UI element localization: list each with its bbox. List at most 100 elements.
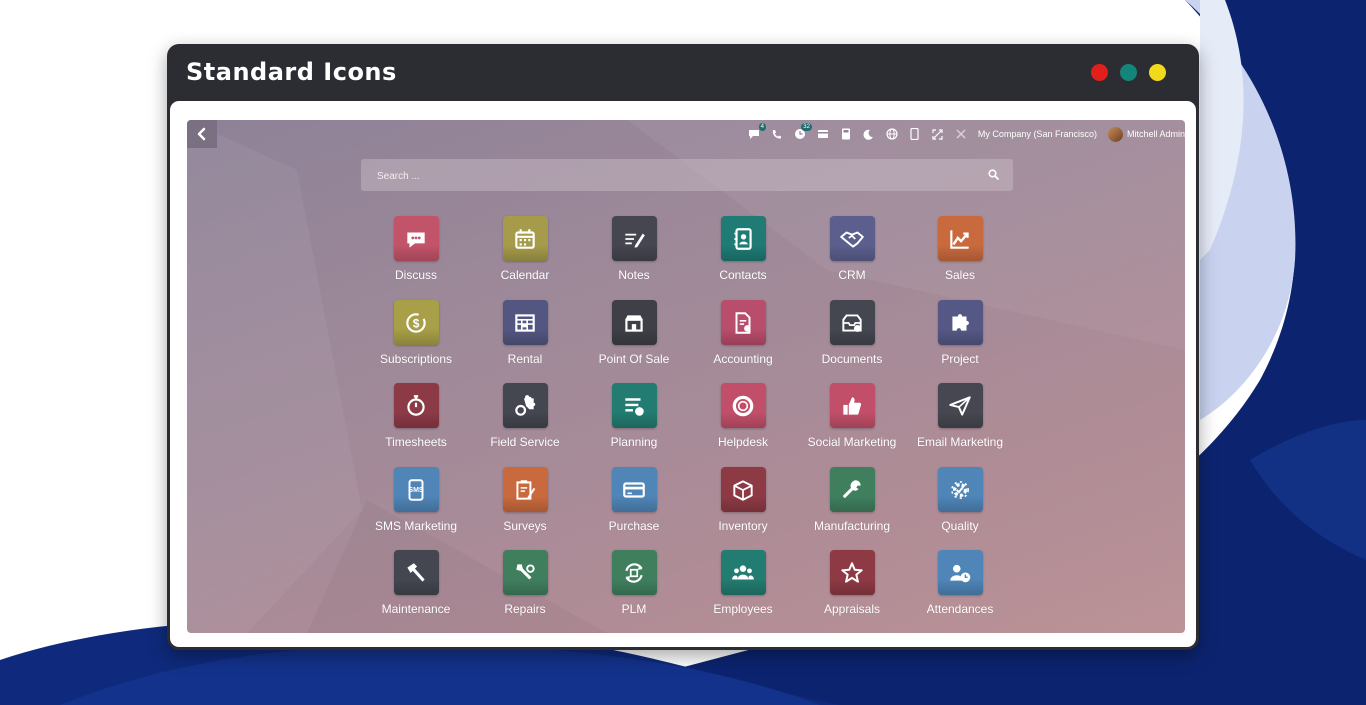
person-clock-icon	[937, 550, 983, 595]
app-sales[interactable]: Sales	[905, 216, 1015, 282]
dark-mode-button[interactable]	[863, 128, 875, 140]
app-surveys[interactable]: Surveys	[470, 467, 580, 533]
app-label: Maintenance	[381, 602, 451, 616]
top-bar: 4 32 My Company (San Francisco) Mitchell…	[748, 123, 1185, 144]
mobile-button[interactable]	[909, 128, 921, 140]
app-label: Rental	[507, 352, 543, 366]
app-rental[interactable]: Rental	[470, 300, 580, 366]
app-label: Calendar	[500, 268, 550, 282]
repairs-tools-icon	[502, 550, 548, 595]
address-book-icon	[720, 216, 766, 261]
lifebuoy-icon	[720, 383, 766, 428]
planning-list-icon	[611, 383, 657, 428]
app-helpdesk[interactable]: Helpdesk	[688, 383, 798, 449]
handshake-icon	[829, 216, 875, 261]
app-crm[interactable]: CRM	[797, 216, 907, 282]
svg-text:SMS: SMS	[408, 487, 424, 494]
app-inventory[interactable]: Inventory	[688, 467, 798, 533]
app-social-marketing[interactable]: Social Marketing	[797, 383, 907, 449]
app-label: Purchase	[608, 519, 660, 533]
app-sms-marketing[interactable]: SMS SMS Marketing	[361, 467, 471, 533]
star-badge-icon	[829, 550, 875, 595]
company-switcher[interactable]: My Company (San Francisco)	[978, 129, 1097, 139]
app-maintenance[interactable]: Maintenance	[361, 550, 471, 616]
app-label: Inventory	[718, 519, 768, 533]
phone-icon	[773, 129, 782, 139]
app-label: Repairs	[504, 602, 546, 616]
app-attendances[interactable]: Attendances	[905, 550, 1015, 616]
app-timesheets[interactable]: Timesheets	[361, 383, 471, 449]
app-label: Surveys	[503, 519, 547, 533]
app-label: Accounting	[713, 352, 773, 366]
app-label: Appraisals	[823, 602, 881, 616]
search-input[interactable]	[375, 166, 939, 186]
red-dot-icon[interactable]	[1091, 64, 1108, 81]
activity-button[interactable]: 32	[794, 123, 812, 140]
app-contacts[interactable]: Contacts	[688, 216, 798, 282]
calculator-button[interactable]	[840, 128, 852, 140]
app-project[interactable]: Project	[905, 300, 1015, 366]
back-button[interactable]	[187, 120, 217, 148]
moon-icon	[863, 129, 874, 140]
bank-button[interactable]	[817, 128, 829, 140]
calendar-icon	[502, 216, 548, 261]
app-accounting[interactable]: Accounting	[688, 300, 798, 366]
chat-icon	[748, 129, 759, 139]
app-label: Sales	[944, 268, 976, 282]
app-documents[interactable]: Documents	[797, 300, 907, 366]
app-subscriptions[interactable]: $ Subscriptions	[361, 300, 471, 366]
app-point-of-sale[interactable]: Point Of Sale	[579, 300, 689, 366]
app-label: Documents	[821, 352, 883, 366]
user-menu[interactable]: Mitchell Admin	[1107, 126, 1185, 142]
chevron-left-icon	[197, 127, 206, 141]
app-label: Employees	[713, 602, 773, 616]
app-employees[interactable]: Employees	[688, 550, 798, 616]
app-label: Social Marketing	[807, 435, 897, 449]
phone-button[interactable]	[771, 128, 783, 140]
app-label: Discuss	[394, 268, 437, 282]
app-label: Field Service	[490, 435, 560, 449]
app-plm[interactable]: PLM	[579, 550, 689, 616]
shop-icon	[611, 300, 657, 345]
window-content: 4 32 My Company (San Francisco) Mitchell…	[170, 101, 1196, 647]
discuss-systray-button[interactable]: 4	[748, 123, 766, 140]
app-field-service[interactable]: Field Service	[470, 383, 580, 449]
wrench-icon	[829, 467, 875, 512]
fullscreen-button[interactable]	[932, 128, 944, 140]
window-controls	[1091, 64, 1166, 81]
yellow-dot-icon[interactable]	[1149, 64, 1166, 81]
calculator-icon	[841, 128, 850, 140]
search-icon[interactable]	[988, 169, 999, 180]
app-calendar[interactable]: Calendar	[470, 216, 580, 282]
expand-icon	[932, 128, 944, 140]
app-purchase[interactable]: Purchase	[579, 467, 689, 533]
website-button[interactable]	[886, 128, 898, 140]
quality-gear-icon	[937, 467, 983, 512]
app-appraisals[interactable]: Appraisals	[797, 550, 907, 616]
app-repairs[interactable]: Repairs	[470, 550, 580, 616]
app-label: Notes	[618, 268, 650, 282]
green-dot-icon[interactable]	[1120, 64, 1137, 81]
close-button[interactable]	[955, 128, 967, 140]
credit-card-icon	[611, 467, 657, 512]
app-discuss[interactable]: Discuss	[361, 216, 471, 282]
app-manufacturing[interactable]: Manufacturing	[797, 467, 907, 533]
app-label: PLM	[621, 602, 647, 616]
app-label: Contacts	[719, 268, 767, 282]
puzzle-icon	[937, 300, 983, 345]
avatar	[1107, 126, 1123, 142]
recurring-dollar-icon: $	[393, 300, 439, 345]
app-label: Email Marketing	[916, 435, 1004, 449]
survey-clipboard-icon	[502, 467, 548, 512]
discuss-badge: 4	[758, 123, 766, 131]
app-notes[interactable]: Notes	[579, 216, 689, 282]
mobile-icon	[910, 128, 920, 140]
svg-text:$: $	[413, 316, 420, 330]
app-email-marketing[interactable]: Email Marketing	[905, 383, 1015, 449]
app-window: Standard Icons 4 32 My Company (San Fran…	[167, 44, 1199, 650]
app-quality[interactable]: Quality	[905, 467, 1015, 533]
close-icon	[956, 129, 966, 139]
app-planning[interactable]: Planning	[579, 383, 689, 449]
activity-badge: 32	[801, 123, 812, 131]
rental-grid-icon	[502, 300, 548, 345]
